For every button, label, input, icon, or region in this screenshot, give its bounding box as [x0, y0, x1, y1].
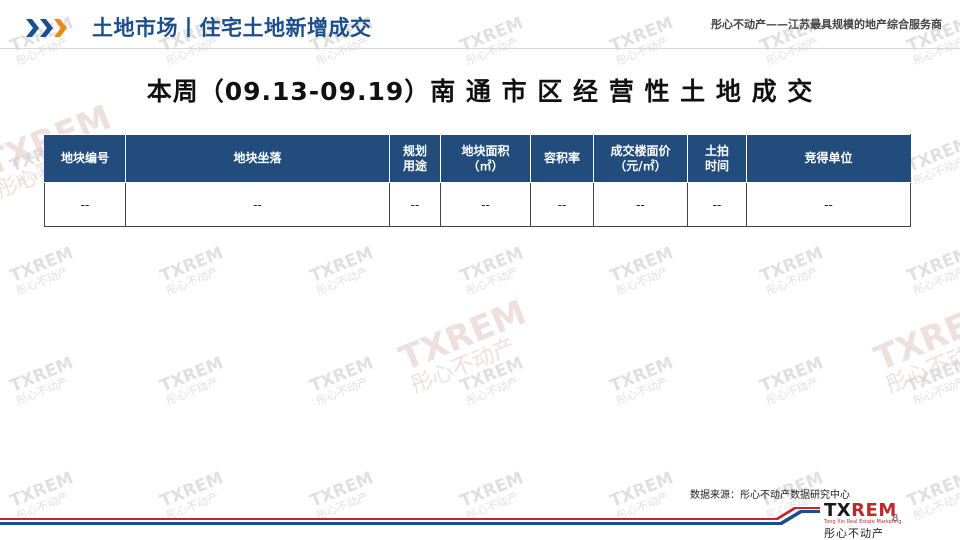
company-slogan: 彤心不动产——江苏最具规模的地产综合服务商 [711, 18, 942, 31]
watermark: TXREM彤心不动产 [157, 353, 227, 408]
column-header: 地块坐落 [125, 134, 390, 183]
watermark: TXREM彤心不动产 [904, 243, 960, 298]
watermark: TXREM彤心不动产 [757, 353, 827, 408]
table-cell: -- [687, 182, 747, 227]
data-source-note: 数据来源：彤心不动产数据研究中心 [690, 490, 850, 501]
watermark: TXREM彤心不动产 [7, 243, 77, 298]
watermark: TXREM彤心不动产 [757, 243, 827, 298]
column-header: 土拍 时间 [687, 134, 747, 183]
logo-wordmark: TXREM [824, 500, 897, 521]
header-divider [0, 48, 960, 49]
table-header-row: 地块编号 地块坐落 规划 用途 地块面积 （㎡） 容积率 成交楼面价 （元/㎡） 土拍 时间 竞得单位 [44, 134, 911, 183]
table-body: -- -- -- -- -- -- -- -- [44, 182, 911, 227]
section-title: 土地市场丨住宅土地新增成交 [92, 16, 372, 40]
table-cell: -- [44, 182, 126, 227]
land-deal-table: 地块编号 地块坐落 规划 用途 地块面积 （㎡） 容积率 成交楼面价 （元/㎡） 土拍 时间 竞得单位… [44, 134, 911, 227]
watermark: TXREM彤心不动产 [607, 243, 677, 298]
slide-header: 土地市场丨住宅土地新增成交 彤心不动产——江苏最具规模的地产综合服务商 [0, 0, 960, 56]
watermark: TXREM彤心不动产 [868, 292, 960, 399]
page-title: 本周（09.13-09.19）南 通 市 区 经 营 性 土 地 成 交 [146, 77, 814, 106]
column-header: 规划 用途 [389, 134, 441, 183]
chevron-arrows-icon [26, 19, 67, 37]
table-cell: -- [593, 182, 688, 227]
table-cell: -- [530, 182, 594, 227]
watermark: TXREM彤心不动产 [457, 353, 527, 408]
column-header: 容积率 [530, 134, 594, 183]
watermark: TXREM彤心不动产 [393, 292, 532, 399]
footer-band [0, 507, 820, 525]
watermark: TXREM彤心不动产 [904, 133, 960, 188]
column-header: 成交楼面价 （元/㎡） [593, 134, 688, 183]
watermark: TXREM彤心不动产 [904, 468, 960, 523]
watermark: TXREM彤心不动产 [7, 353, 77, 408]
column-header: 地块面积 （㎡） [440, 134, 531, 183]
table-cell: -- [389, 182, 441, 227]
logo-chinese-name: 彤心不动产 [824, 527, 884, 540]
table-row: -- -- -- -- -- -- -- -- [44, 182, 911, 227]
page-number: 8 [892, 513, 899, 524]
table-cell: -- [125, 182, 390, 227]
watermark: TXREM彤心不动产 [904, 353, 960, 408]
watermark: TXREM彤心不动产 [307, 243, 377, 298]
watermark: TXREM彤心不动产 [157, 243, 227, 298]
company-logo: TXREM Tong Xin Real Estate Marketing 彤心不… [818, 500, 901, 540]
watermark: TXREM彤心不动产 [307, 353, 377, 408]
table-cell: -- [746, 182, 911, 227]
column-header: 地块编号 [44, 134, 126, 183]
column-header: 竞得单位 [746, 134, 911, 183]
watermark: TXREM彤心不动产 [607, 353, 677, 408]
table-cell: -- [440, 182, 531, 227]
watermark: TXREM彤心不动产 [457, 243, 527, 298]
